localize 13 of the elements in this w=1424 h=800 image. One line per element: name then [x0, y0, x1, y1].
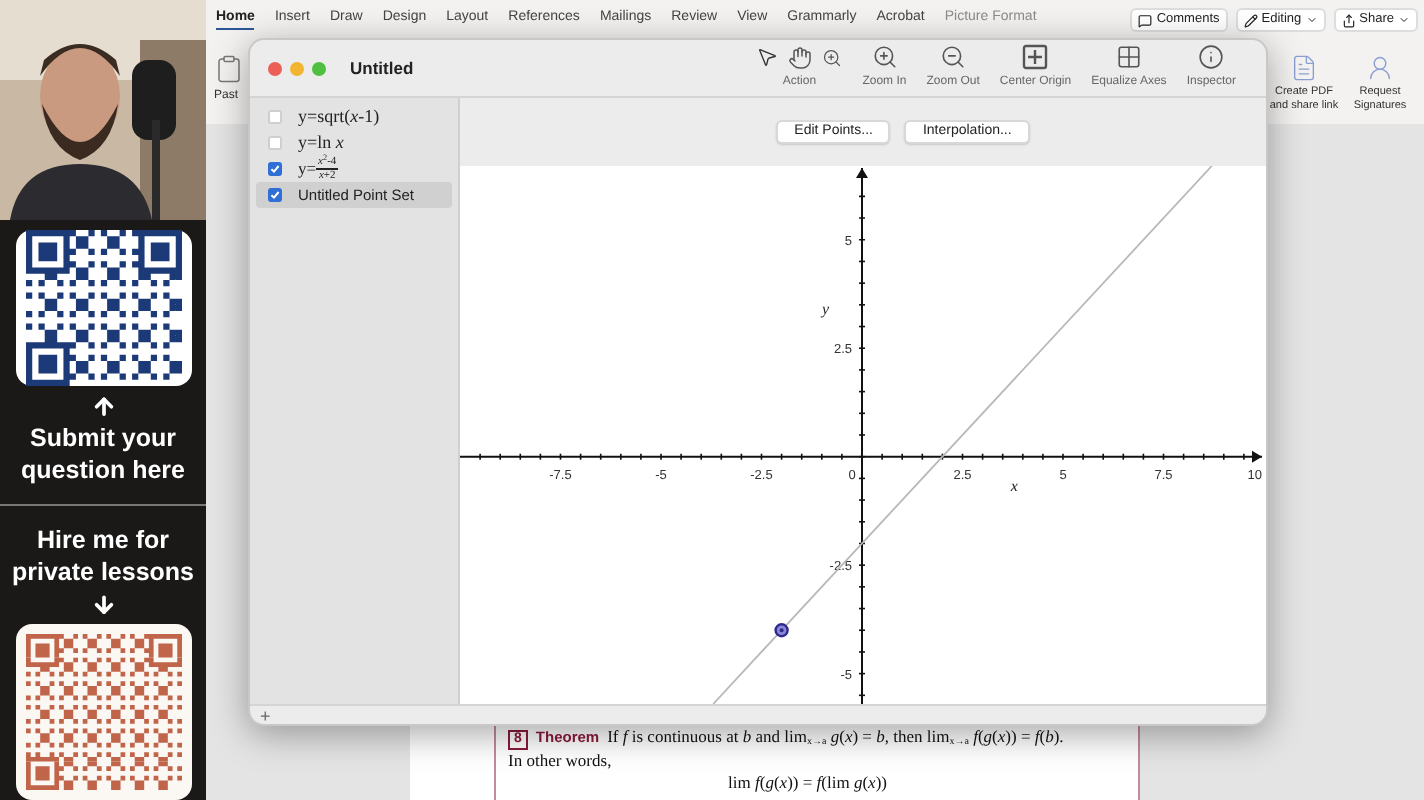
formula-text: y=sqrt(x-1) [298, 103, 380, 130]
promo-caption: Hire me for private lessons [9, 524, 196, 589]
add-button[interactable]: + [260, 708, 271, 724]
promo-caption: Submit your question here [19, 421, 187, 486]
body-text: In other words, [508, 750, 614, 771]
formula-text: y=ln x [298, 129, 344, 154]
list-item[interactable]: y=ln x [256, 130, 452, 155]
axis-label: y [822, 299, 830, 318]
list-item[interactable]: y=sqrt(x-1) [256, 104, 452, 129]
theorem-statement: If f is continuous at b and lim$_{x→a}$ g(x) = b, then lim$_{x→a}$ f(g(x)) = f(b). [607, 726, 1064, 747]
window-title: Untitled [350, 55, 414, 81]
math-formula: lim f(g(x)) = f(lim g(x)) [726, 771, 889, 792]
axis-label: x [1010, 476, 1018, 495]
